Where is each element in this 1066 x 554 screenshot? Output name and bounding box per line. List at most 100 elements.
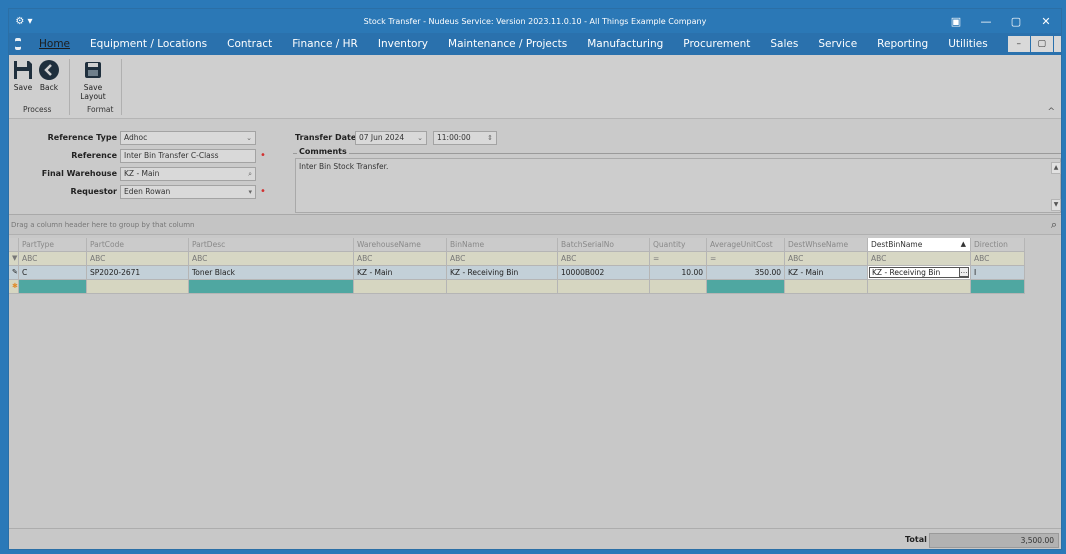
scroll-down-icon[interactable]: ▼ [1051,199,1061,211]
comments-text: Inter Bin Stock Transfer. [299,162,389,171]
mdi-close-button[interactable]: ✕ [1053,36,1061,52]
menu-manufacturing[interactable]: Manufacturing [587,38,663,50]
filter-cell[interactable]: ABC [87,252,189,266]
menu-utilities[interactable]: Utilities [948,38,988,50]
menu-service[interactable]: Service [818,38,857,50]
menu-inventory[interactable]: Inventory [378,38,428,50]
filter-cell[interactable]: ABC [447,252,558,266]
new-cell[interactable] [868,280,971,294]
reference-type-select[interactable]: Adhoc ⌄ [120,131,256,145]
table-row[interactable]: ✎ C SP2020-2671 Toner Black KZ - Main KZ… [9,266,1025,280]
grid-header-row: PartType PartCode PartDesc WarehouseName… [9,238,1025,252]
filter-cell[interactable]: = [707,252,785,266]
menu-equipment-locations[interactable]: Equipment / Locations [90,38,207,50]
ribbon-collapse-icon[interactable]: ^ [1047,107,1055,117]
new-item-row[interactable]: ✱ [9,280,1025,294]
filter-cell[interactable]: ABC [19,252,87,266]
column-header-batchserialno[interactable]: BatchSerialNo [558,238,650,252]
menu-contract[interactable]: Contract [227,38,272,50]
menu-bar: Home Equipment / Locations Contract Fina… [9,33,1061,55]
transfer-time-input[interactable]: 11:00:00 ⇕ [433,131,497,145]
mdi-restore-button[interactable]: ▢ [1030,36,1053,52]
transfer-header-form: Reference Type Adhoc ⌄ Reference Inter B… [9,119,1061,215]
column-header-binname[interactable]: BinName [447,238,558,252]
chevron-down-icon[interactable]: ⌄ [417,132,423,144]
cell-destbinname-editor[interactable]: KZ - Receiving Bin … [868,266,971,280]
required-indicator: • [260,186,266,197]
filter-cell[interactable]: ABC [868,252,971,266]
new-cell[interactable] [354,280,447,294]
transfer-lines-grid: PartType PartCode PartDesc WarehouseName… [9,238,1061,528]
menu-finance-hr[interactable]: Finance / HR [292,38,358,50]
transfer-date-input[interactable]: 07 Jun 2024 ⌄ [355,131,427,145]
cell-binname[interactable]: KZ - Receiving Bin [447,266,558,280]
column-header-destwhsename[interactable]: DestWhseName [785,238,868,252]
new-cell[interactable] [971,280,1025,294]
new-cell[interactable] [707,280,785,294]
new-cell[interactable] [558,280,650,294]
final-warehouse-input[interactable]: KZ - Main ⌕ [120,167,256,181]
cell-parttype[interactable]: C [19,266,87,280]
filter-cell[interactable]: ABC [785,252,868,266]
search-icon[interactable]: ⌕ [248,168,252,180]
app-home-icon[interactable] [15,38,21,50]
cell-quantity[interactable]: 10.00 [650,266,707,280]
requestor-select[interactable]: Eden Rowan ▾ [120,185,256,199]
group-panel[interactable]: Drag a column header here to group by th… [9,215,1061,235]
column-header-averageunitcost[interactable]: AverageUnitCost [707,238,785,252]
filter-cell[interactable]: ABC [558,252,650,266]
cell-destwhsename[interactable]: KZ - Main [785,266,868,280]
app-menu-icon[interactable]: ⚙ ▾ [9,16,39,27]
minimize-button[interactable]: — [971,15,1001,28]
cell-batchserialno[interactable]: 10000B002 [558,266,650,280]
column-header-parttype[interactable]: PartType [19,238,87,252]
total-label: Total [905,535,927,544]
new-cell[interactable] [785,280,868,294]
total-value: 3,500.00 [929,533,1059,548]
column-header-warehousename[interactable]: WarehouseName [354,238,447,252]
cell-partcode[interactable]: SP2020-2671 [87,266,189,280]
reference-input[interactable]: Inter Bin Transfer C-Class [120,149,256,163]
new-cell[interactable] [87,280,189,294]
menu-sales[interactable]: Sales [770,38,798,50]
filter-cell[interactable]: = [650,252,707,266]
close-button[interactable]: ✕ [1031,15,1061,28]
cell-direction[interactable]: I [971,266,1025,280]
ribbon-group-format: Format [87,105,114,114]
filter-cell[interactable]: ABC [189,252,354,266]
new-cell[interactable] [447,280,558,294]
cell-averageunitcost[interactable]: 350.00 [707,266,785,280]
comments-textarea[interactable] [295,158,1061,213]
menu-procurement[interactable]: Procurement [683,38,750,50]
destbinname-input[interactable]: KZ - Receiving Bin [869,267,969,278]
column-header-direction[interactable]: Direction [971,238,1025,252]
search-icon[interactable]: ⌕ [1051,218,1057,232]
column-header-partcode[interactable]: PartCode [87,238,189,252]
scroll-up-icon[interactable]: ▲ [1051,162,1061,174]
save-layout-button[interactable]: Save Layout [73,57,113,101]
save-button[interactable]: Save [11,57,35,92]
cell-warehousename[interactable]: KZ - Main [354,266,447,280]
save-icon [14,61,32,79]
mdi-minimize-button[interactable]: – [1007,36,1030,52]
filter-cell[interactable]: ABC [354,252,447,266]
spin-icon[interactable]: ⇕ [487,132,493,144]
back-button[interactable]: Back [37,57,61,92]
column-header-destbinname[interactable]: DestBinName ▲ [868,238,971,252]
ellipsis-button[interactable]: … [959,267,969,277]
filter-cell[interactable]: ABC [971,252,1025,266]
menu-home[interactable]: Home [39,38,70,50]
layout-icon[interactable]: ▣ [941,15,971,28]
column-header-partdesc[interactable]: PartDesc [189,238,354,252]
new-cell[interactable] [189,280,354,294]
reference-type-label: Reference Type [47,133,117,142]
new-cell[interactable] [650,280,707,294]
menu-reporting[interactable]: Reporting [877,38,928,50]
menu-maintenance-projects[interactable]: Maintenance / Projects [448,38,567,50]
cell-partdesc[interactable]: Toner Black [189,266,354,280]
chevron-down-icon: ▾ [248,188,252,196]
new-cell[interactable] [19,280,87,294]
comments-scrollbar[interactable]: ▲ ▼ [1051,158,1061,213]
column-header-quantity[interactable]: Quantity [650,238,707,252]
restore-button[interactable]: ▢ [1001,15,1031,28]
